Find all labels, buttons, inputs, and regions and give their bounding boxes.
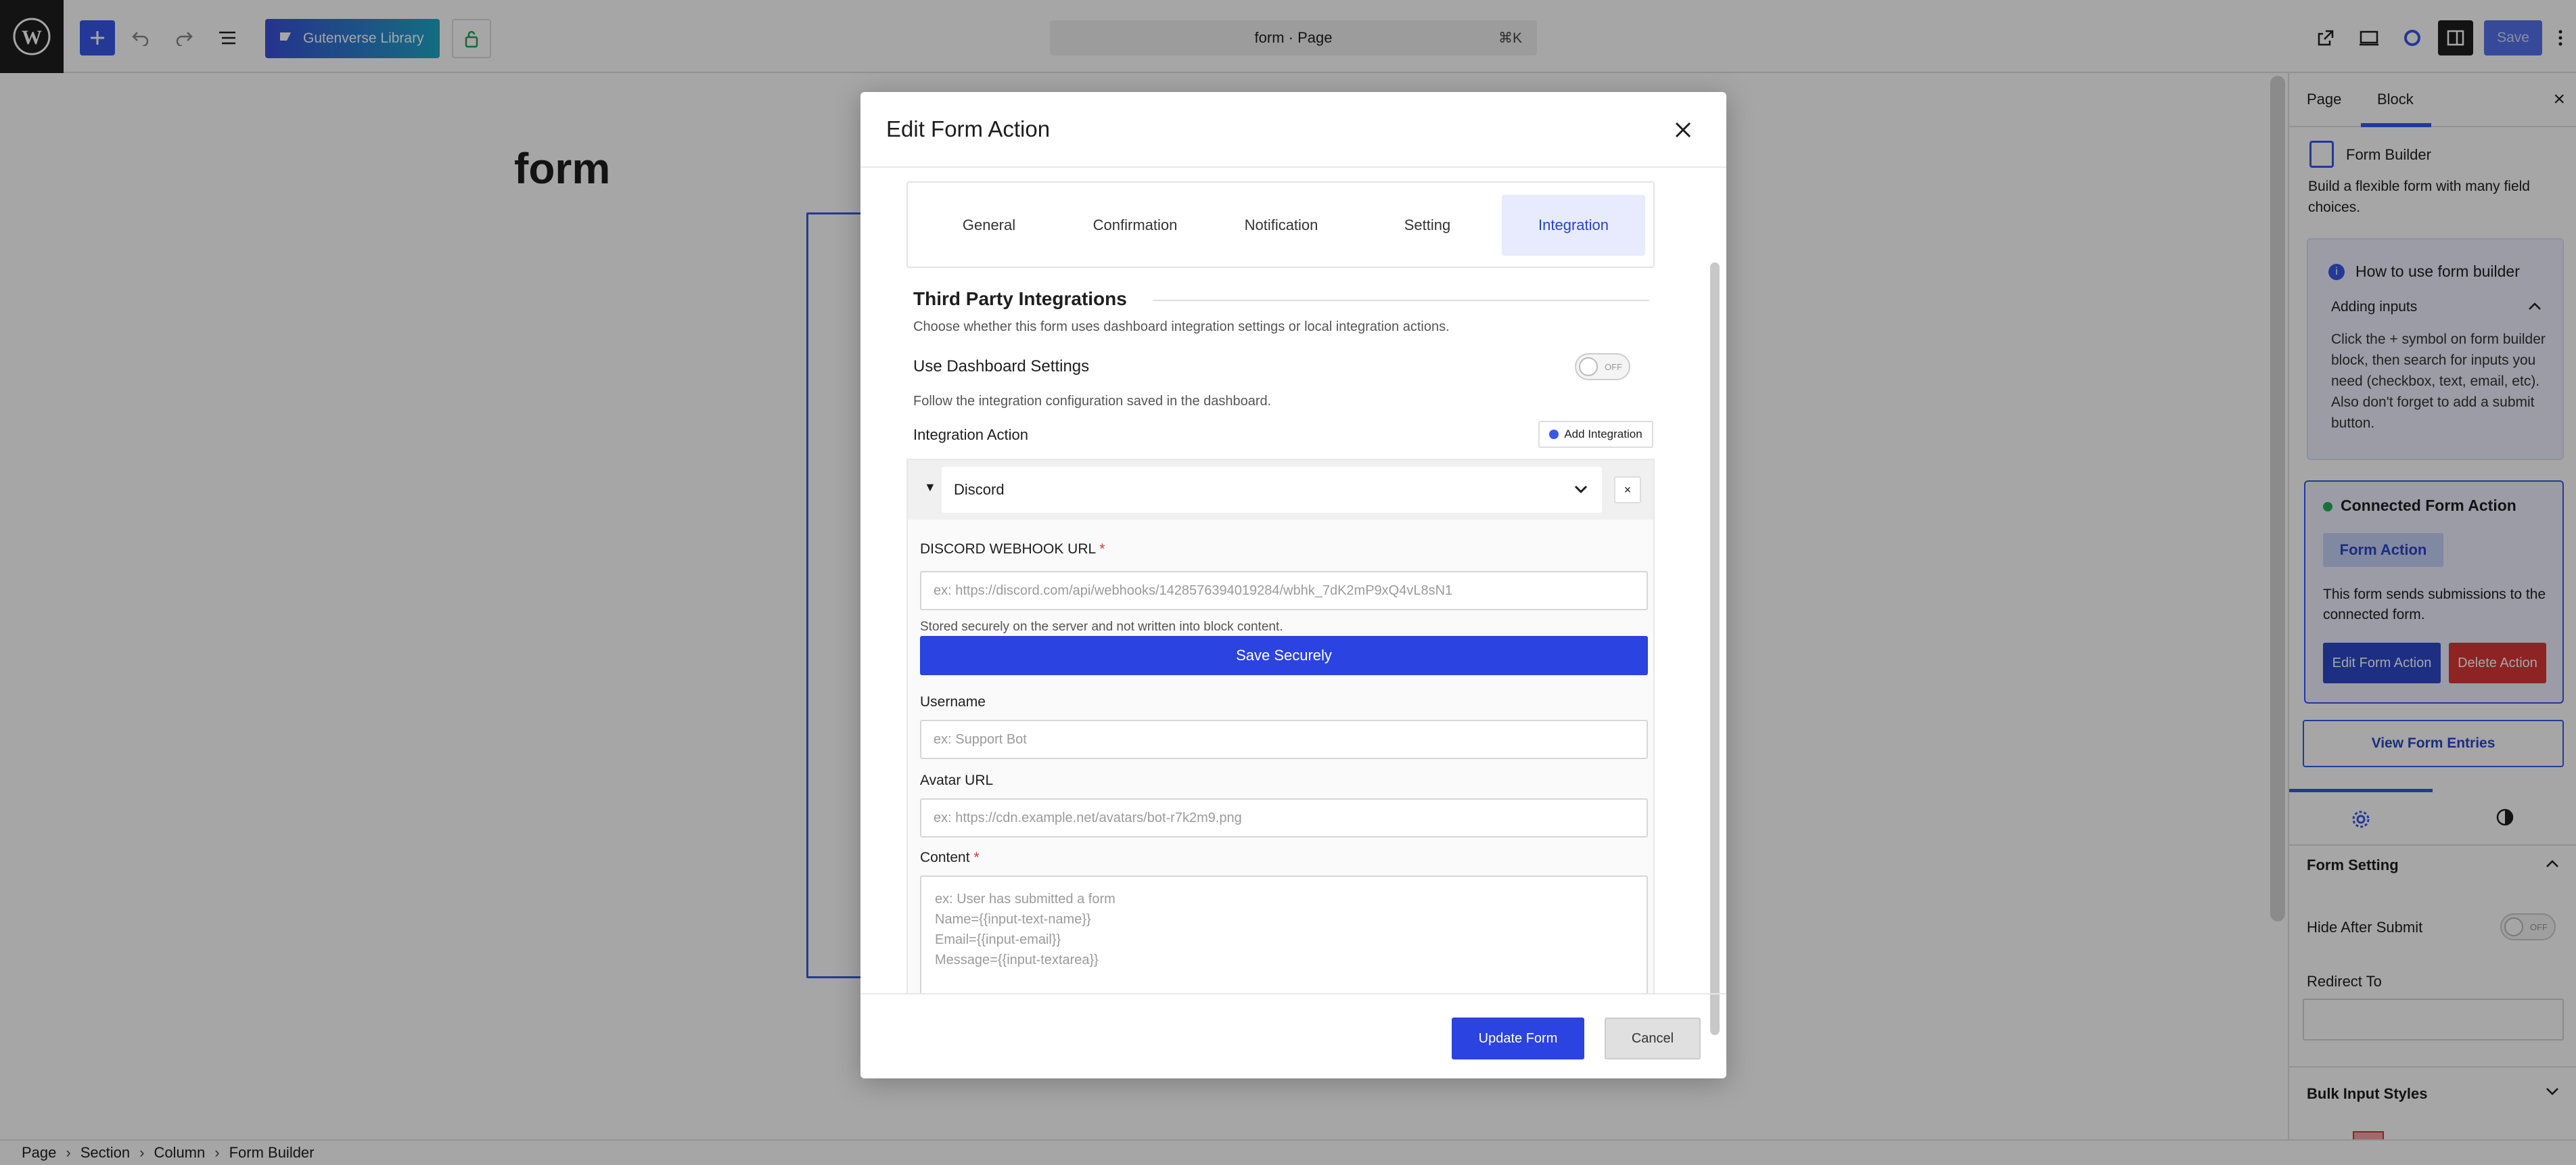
edit-form-action-modal: Edit Form Action General Confirmation No… [860,92,1726,1078]
content-textarea[interactable]: ex: User has submitted a form Name={{inp… [920,875,1648,993]
update-form-button[interactable]: Update Form [1452,1018,1584,1059]
add-integration-button[interactable]: Add Integration [1538,421,1653,448]
divider [1153,300,1649,301]
integration-action-panel: ▼ Discord × DISCORD WEBHOOK URL * ex: ht… [906,459,1655,993]
cancel-button[interactable]: Cancel [1605,1018,1701,1059]
collapse-caret-icon[interactable]: ▼ [924,480,936,495]
tab-confirmation[interactable]: Confirmation [1063,195,1207,256]
webhook-note: Stored securely on the server and not wr… [920,620,1283,634]
section-description: Choose whether this form uses dashboard … [913,319,1450,334]
content-label-text: Content [920,850,970,865]
webhook-url-label: DISCORD WEBHOOK URL * [920,541,1105,557]
avatar-url-input[interactable]: ex: https://cdn.example.net/avatars/bot-… [920,798,1648,838]
modal-footer: Update Form Cancel [860,993,1726,1078]
use-dashboard-settings-toggle[interactable]: OFF [1575,353,1630,380]
modal-body: General Confirmation Notification Settin… [860,168,1707,993]
tab-setting[interactable]: Setting [1356,195,1499,256]
avatar-url-label: Avatar URL [920,773,994,788]
add-integration-label: Add Integration [1564,428,1642,440]
webhook-url-label-text: DISCORD WEBHOOK URL [920,541,1096,557]
modal-scrollbar[interactable] [1710,262,1720,1035]
content-label: Content * [920,850,980,866]
dashboard-settings-description: Follow the integration configuration sav… [913,394,1272,409]
close-icon[interactable] [1668,115,1698,145]
modal-title: Edit Form Action [886,116,1051,141]
username-label: Username [920,694,986,710]
integration-select-value: Discord [954,481,1005,498]
tab-notification[interactable]: Notification [1210,195,1353,256]
save-securely-button[interactable]: Save Securely [920,636,1648,675]
integration-select[interactable]: Discord [942,467,1602,513]
remove-integration-button[interactable]: × [1614,476,1641,503]
modal-header: Edit Form Action [860,92,1726,168]
webhook-url-input[interactable]: ex: https://discord.com/api/webhooks/142… [920,571,1648,610]
tab-general[interactable]: General [917,195,1061,256]
plus-circle-icon [1549,430,1559,439]
required-mark: * [973,850,980,865]
tab-integration[interactable]: Integration [1502,195,1645,256]
use-dashboard-settings-label: Use Dashboard Settings [913,357,1090,375]
integration-action-label: Integration Action [913,426,1029,443]
form-action-tabs: General Confirmation Notification Settin… [906,181,1655,268]
chevron-down-icon [1573,480,1588,498]
required-mark: * [1099,541,1105,557]
toggle-knob [1579,357,1598,376]
toggle-state-text: OFF [1605,362,1622,372]
integration-action-header: ▼ Discord × [908,460,1653,520]
username-input[interactable]: ex: Support Bot [920,720,1648,759]
section-title: Third Party Integrations [913,288,1127,309]
